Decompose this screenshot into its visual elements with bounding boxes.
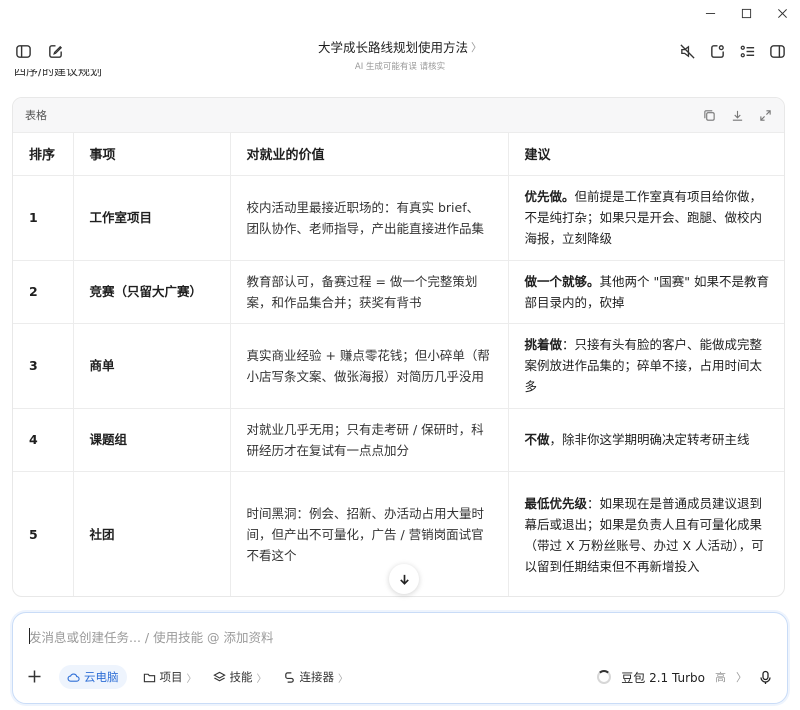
scroll-to-bottom-button[interactable] [389, 564, 419, 594]
close-icon [777, 8, 787, 18]
table-header-row: 排序 事项 对就业的价值 建议 [13, 133, 784, 176]
model-name: 豆包 2.1 Turbo [621, 670, 705, 685]
value-cell: 对就业几乎无用；只有走考研 / 保研时，科研经历才在复试有一点点加分 [230, 408, 509, 472]
speaker-muted-icon [679, 43, 695, 59]
text-caret [29, 628, 30, 644]
layers-icon [212, 671, 226, 681]
rank-cell: 1 [13, 175, 74, 261]
table-row: 2 竞赛（只留大广赛） 教育部认可，备赛过程 = 做一个完整策划案，和作品集合并… [13, 260, 784, 324]
folder-icon [143, 673, 155, 682]
cloud-computer-chip[interactable]: 云电脑 [59, 665, 127, 689]
table-row: 3 商单 真实商业经验 + 赚点零花钱；但小碎单（帮小店写条文案、做张海报）对简… [13, 323, 784, 409]
suggestion-emphasis: 挑着做 [524, 337, 563, 352]
table-row: 4 课题组 对就业几乎无用；只有走考研 / 保研时，科研经历才在复试有一点点加分… [13, 408, 784, 472]
skills-label: 技能 [229, 670, 253, 684]
suggestion-text: ，除非你这学期明确决定转考研主线 [549, 432, 750, 447]
download-icon [732, 110, 742, 121]
priority-table: 排序 事项 对就业的价值 建议 1 工作室项目 校内活动里最接近职场的：有真实 … [13, 133, 784, 596]
share-button[interactable] [708, 42, 726, 60]
item-cell: 商单 [73, 323, 231, 409]
expand-icon [759, 109, 771, 121]
project-chip[interactable]: 项目 〉 [143, 665, 197, 689]
minimize-icon [705, 12, 715, 14]
copy-icon [703, 109, 715, 121]
value-cell: 时间黑洞：例会、招新、办活动占用大量时间，但产出不可量化，广告 / 营销岗面试官… [230, 471, 509, 596]
skills-chip[interactable]: 技能 〉 [212, 665, 267, 689]
suggestion-cell: 优先做。但前提是工作室真有项目给你做，不是纯打杂；如果只是开会、跑腿、做校内海报… [508, 175, 784, 261]
connector-label: 连接器 [299, 670, 335, 684]
suggestion-emphasis: 最低优先级 [524, 495, 588, 511]
column-header-rank: 排序 [13, 133, 74, 176]
column-header-item: 事项 [73, 133, 231, 176]
suggestion-emphasis: 不做 [524, 432, 550, 447]
item-cell: 社团 [73, 471, 231, 596]
value-cell: 校内活动里最接近职场的：有真实 brief、团队协作、老师指导，产出能直接进作品… [230, 175, 509, 261]
plus-icon [28, 670, 41, 683]
value-cell: 教育部认可，备赛过程 = 做一个完整策划案，和作品集合并；获奖有背书 [230, 260, 509, 324]
maximize-icon [741, 8, 751, 18]
mute-button[interactable] [678, 42, 696, 60]
conversation-title-text: 大学成长路线规划使用方法 [317, 40, 468, 55]
suggestion-cell: 做一个就够。其他两个 "国赛" 如果不是教育部目录内的，砍掉 [508, 260, 784, 324]
composer-toolbar: 云电脑 项目 〉 技能 〉 连接器 〉 [27, 665, 348, 689]
suggestion-cell: 不做，除非你这学期明确决定转考研主线 [508, 408, 784, 472]
table-card: 表格 排序 事项 对就业的价值 建议 1 工作室项目 校内活动里最接近职场的：有… [12, 97, 785, 597]
attach-button[interactable] [27, 669, 43, 685]
chevron-right-icon: 〉 [736, 671, 747, 684]
cloud-computer-label: 云电脑 [84, 670, 119, 684]
column-header-value: 对就业的价值 [230, 133, 509, 176]
truncated-message-text: 四序/的建议规划 [14, 69, 103, 77]
minimize-button[interactable] [692, 0, 728, 26]
message-input[interactable] [29, 627, 769, 647]
toggle-panel-button[interactable] [768, 42, 786, 60]
chevron-right-icon: 〉 [186, 673, 197, 685]
window-controls [692, 0, 800, 26]
rank-cell: 2 [13, 260, 74, 324]
connector-icon [284, 671, 294, 683]
expand-table-button[interactable] [758, 108, 772, 122]
item-cell: 课题组 [73, 408, 231, 472]
connector-chip[interactable]: 连接器 〉 [283, 665, 348, 689]
rank-cell: 3 [13, 323, 74, 409]
suggestion-cell: 挑着做：只接有头有脸的客户、能做成完整案例放进作品集的；碎单不接，占用时间太多 [508, 323, 784, 409]
chevron-right-icon: 〉 [471, 40, 482, 54]
chevron-right-icon: 〉 [338, 673, 348, 685]
share-icon [710, 44, 724, 58]
maximize-button[interactable] [728, 0, 764, 26]
arrow-down-icon [399, 574, 409, 585]
download-table-button[interactable] [730, 108, 744, 122]
task-list-button[interactable] [738, 42, 756, 60]
cloud-icon [67, 673, 80, 682]
chevron-right-icon: 〉 [256, 673, 267, 685]
app-window: 大学成长路线规划使用方法 〉 AI 生成可能有误 请核实 四序/的建议规划 表格 [0, 0, 800, 710]
voice-input-button[interactable] [753, 665, 777, 689]
item-cell: 竞赛（只留大广赛） [73, 260, 231, 324]
value-cell: 真实商业经验 + 赚点零花钱；但小碎单（帮小店写条文案、做张海报）对简历几乎没用 [230, 323, 509, 409]
model-selector[interactable]: 豆包 2.1 Turbo 高 〉 [597, 665, 747, 689]
microphone-icon [759, 670, 771, 684]
rank-cell: 4 [13, 408, 74, 472]
copy-table-button[interactable] [702, 108, 716, 122]
message-composer: 云电脑 项目 〉 技能 〉 连接器 〉 豆包 2.1 Turbo 高 〉 [12, 612, 788, 704]
table-card-header: 表格 [13, 98, 784, 133]
table-row: 1 工作室项目 校内活动里最接近职场的：有真实 brief、团队协作、老师指导，… [13, 175, 784, 261]
loading-spinner-icon [597, 670, 612, 684]
table-card-label: 表格 [25, 109, 47, 122]
conversation-title[interactable]: 大学成长路线规划使用方法 〉 [318, 37, 482, 56]
column-header-suggestion: 建议 [508, 133, 784, 176]
suggestion-cell: 最低优先级：如果现在是普通成员建议退到幕后或退出；如果是负责人且有可量化成果（带… [508, 471, 784, 596]
suggestion-emphasis: 做一个就够。 [524, 273, 600, 289]
item-cell: 工作室项目 [73, 175, 231, 261]
right-panel-icon [769, 44, 785, 58]
suggestion-emphasis: 优先做。 [524, 189, 575, 204]
list-icon [740, 45, 754, 57]
close-button[interactable] [764, 0, 800, 26]
project-label: 项目 [159, 670, 183, 684]
model-tier: 高 [715, 671, 726, 684]
rank-cell: 5 [13, 471, 74, 596]
